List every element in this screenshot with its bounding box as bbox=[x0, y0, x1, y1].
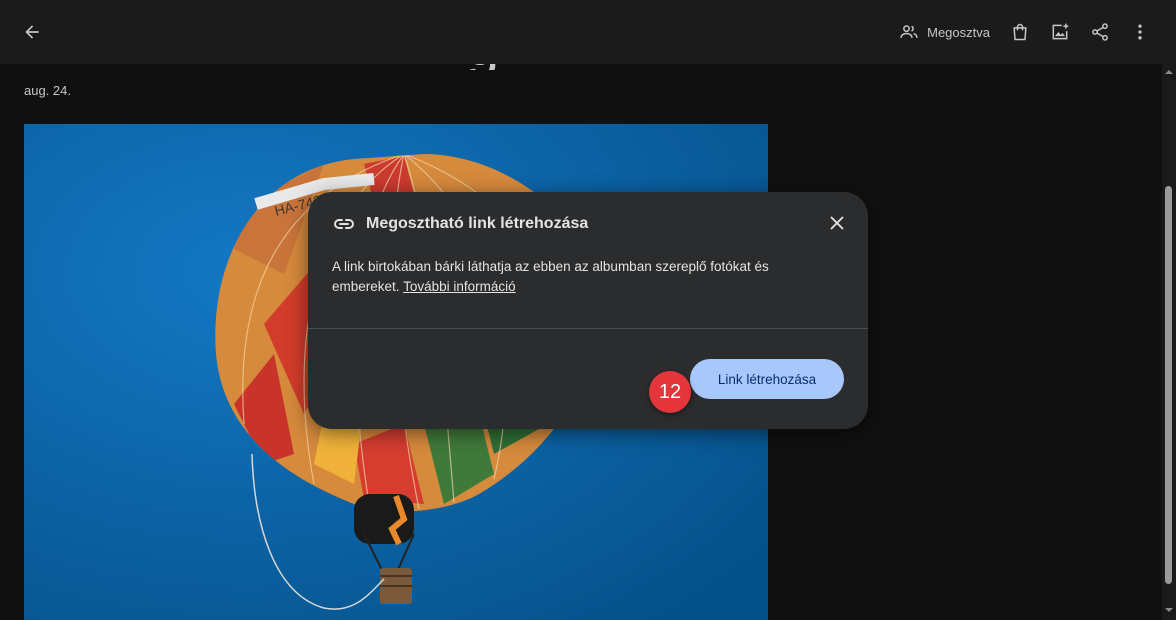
top-app-bar: Megosztva bbox=[0, 0, 1176, 64]
scroll-down-arrow-icon[interactable] bbox=[1165, 606, 1173, 614]
dialog-divider bbox=[308, 328, 868, 329]
share-icon bbox=[1092, 23, 1108, 41]
page-scrollbar[interactable] bbox=[1162, 64, 1176, 620]
create-link-button[interactable]: Link létrehozása bbox=[690, 359, 844, 399]
link-icon bbox=[334, 219, 354, 229]
close-button[interactable] bbox=[824, 210, 850, 236]
share-button[interactable] bbox=[1080, 14, 1120, 50]
add-photo-icon bbox=[1052, 23, 1069, 40]
shared-label: Megosztva bbox=[927, 24, 990, 40]
add-photos-button[interactable] bbox=[1040, 14, 1080, 50]
back-arrow-icon bbox=[25, 25, 39, 39]
create-link-dialog: Megosztható link létrehozása A link birt… bbox=[308, 192, 868, 429]
album-date: aug. 24. bbox=[24, 83, 71, 98]
dialog-header: Megosztható link létrehozása bbox=[332, 212, 588, 236]
dialog-description: A link birtokában bárki láthatja az ebbe… bbox=[332, 257, 802, 297]
more-info-link[interactable]: További információ bbox=[403, 279, 516, 294]
shopping-bag-icon bbox=[1013, 23, 1027, 41]
people-icon bbox=[900, 25, 918, 38]
order-photos-button[interactable] bbox=[1000, 14, 1040, 50]
step-number-badge: 12 bbox=[649, 371, 691, 413]
scrollbar-thumb[interactable] bbox=[1165, 186, 1172, 584]
scroll-up-arrow-icon[interactable] bbox=[1165, 68, 1173, 76]
shared-button[interactable]: Megosztva bbox=[889, 14, 1000, 50]
top-actions: Megosztva bbox=[889, 14, 1160, 50]
more-vert-icon bbox=[1138, 24, 1142, 40]
back-button[interactable] bbox=[16, 16, 48, 48]
dialog-title: Megosztható link létrehozása bbox=[366, 215, 589, 232]
close-icon bbox=[830, 216, 844, 230]
dialog-body-text: A link birtokában bárki láthatja az ebbe… bbox=[332, 259, 769, 294]
more-options-button[interactable] bbox=[1120, 14, 1160, 50]
